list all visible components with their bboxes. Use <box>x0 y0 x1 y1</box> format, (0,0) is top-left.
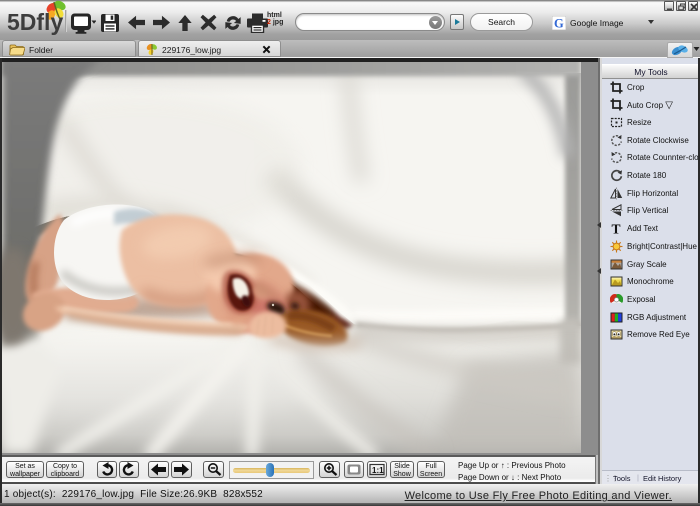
svg-text:G: G <box>554 16 564 30</box>
svg-text:T: T <box>612 222 621 235</box>
svg-text:1:1: 1:1 <box>372 466 384 475</box>
